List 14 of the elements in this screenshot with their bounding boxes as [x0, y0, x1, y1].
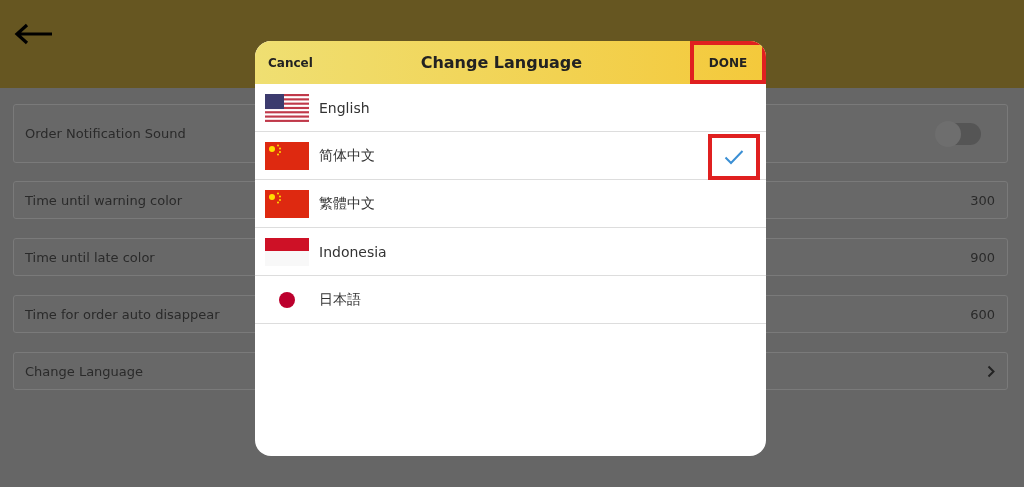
language-name: Indonesia — [319, 243, 387, 260]
setting-label: Change Language — [25, 363, 144, 379]
language-name: 繁體中文 — [319, 194, 375, 213]
setting-label: Order Notification Sound — [25, 126, 186, 141]
language-name: 日本語 — [319, 290, 361, 309]
setting-label: Time until late color — [25, 249, 155, 265]
setting-value: 900 — [970, 249, 995, 265]
setting-value: 300 — [970, 192, 995, 208]
language-name: 简体中文 — [319, 146, 375, 165]
setting-value: 600 — [970, 306, 995, 322]
setting-label: Time for order auto disappear — [25, 306, 220, 322]
language-name: English — [319, 99, 370, 116]
dialog-title: Change Language — [420, 53, 583, 72]
setting-label: Time until warning color — [25, 192, 183, 208]
